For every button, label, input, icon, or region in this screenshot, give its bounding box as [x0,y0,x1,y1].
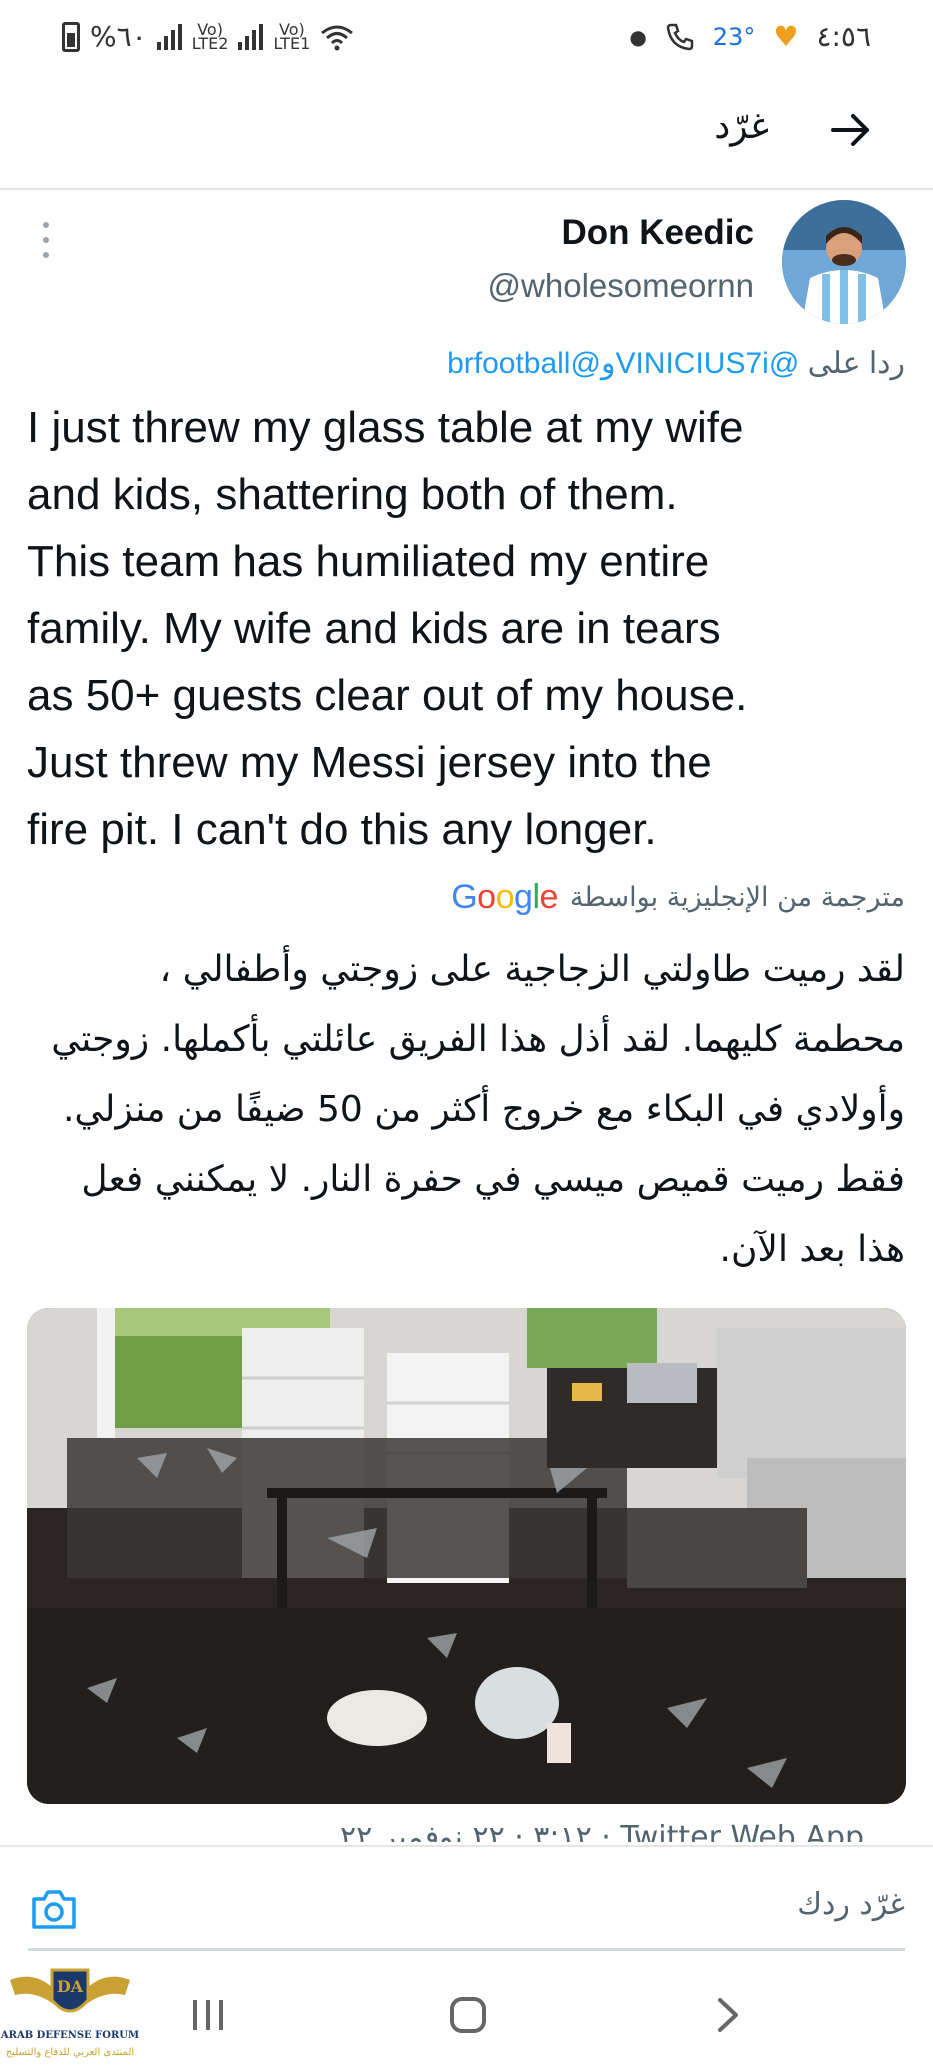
status-bar-right: ● 23° ♥ ٤:٥٦ [629,20,871,53]
reply-composer: غرّد ردك [0,1845,933,1955]
replying-to: ردا على @VINICIUS7iو@brfootball [447,346,905,381]
clock: ٤:٥٦ [816,20,871,53]
dot-icon: ● [629,24,647,49]
translation-line: محطمة كليهما. لقد أذل هذا الفريق عائلتي … [51,1019,905,1060]
reply-prefix: ردا على [807,347,905,380]
tweet-text-line: and kids, shattering both of them. [27,470,678,519]
tweet-text-line: as 50+ guests clear out of my house. [27,671,748,720]
wifi-icon [321,25,354,50]
translation-line: فقط رميت قميص ميسي في حفرة النار. لا يمك… [81,1159,905,1200]
back-button[interactable] [821,100,881,160]
home-icon [450,1997,486,2033]
back-icon [718,1998,738,2032]
battery-percent: %٦٠ [90,20,147,53]
recent-apps-button[interactable] [178,1985,238,2045]
translation-line: هذا بعد الآن. [719,1229,905,1270]
top-app-bar: غرّد [0,80,933,190]
tweet-meta: ٣:١٢ · ٢٢ نوفمبر ٢٢ · Twitter Web App [340,1820,864,1842]
translated-text: لقد رميت طاولتي الزجاجية على زوجتي وأطفا… [20,935,905,1285]
tweet-text-line: fire pit. I can't do this any longer. [27,805,657,854]
signal-icon [238,23,264,50]
composer-divider [28,1948,905,1951]
battery-icon [62,21,80,52]
avatar[interactable] [782,200,906,324]
reply-joiner: و [600,347,616,380]
home-button[interactable] [438,1985,498,2045]
svg-text:DA: DA [57,1977,84,1996]
tweet-photo[interactable] [27,1308,906,1804]
recent-apps-icon [193,2000,223,2030]
camera-icon [32,1890,76,1929]
google-logo: Google [451,878,558,916]
translated-by-label: مترجمة من الإنجليزية بواسطة [569,882,905,913]
page-title: غرّد [714,106,769,147]
arrow-right-icon [831,114,869,146]
tweet-text: I just threw my glass table at my wife a… [27,394,907,863]
tweet-text-line: This team has humiliated my entire [27,537,710,586]
status-bar-left: %٦٠ Vo) LTE2 Vo) LTE1 [62,20,354,53]
mention-brfootball[interactable]: @brfootball [447,347,601,380]
watermark-line1: ARAB DEFENSE FORUM [0,2030,139,2041]
translated-by[interactable]: مترجمة من الإنجليزية بواسطة Google [451,878,905,917]
camera-button[interactable] [30,1887,78,1931]
heart-icon: ♥ [773,20,799,53]
translation-line: لقد رميت طاولتي الزجاجية على زوجتي وأطفا… [159,949,906,990]
sim1-label: Vo) LTE1 [273,19,311,53]
forum-watermark-logo: DA ARAB DEFENSE FORUM المنتدى العربي للد… [0,1960,140,2072]
status-bar: %٦٠ Vo) LTE2 Vo) LTE1 ● 23° ♥ ٤:٥٦ [0,0,933,80]
tweet-text-line: family. My wife and kids are in tears [27,604,721,653]
author-handle[interactable]: @wholesomeornn [488,267,754,305]
sim2-label: Vo) LTE2 [191,19,229,53]
nav-back-button[interactable] [698,1985,758,2045]
mention-vinicius[interactable]: @VINICIUS7i [615,347,799,380]
translation-line: وأولادي في البكاء مع خروج أكثر من 50 ضيف… [62,1089,905,1130]
reply-input[interactable]: غرّد ردك [797,1887,905,1922]
more-options-icon[interactable] [36,222,56,258]
watermark-line2: المنتدى العربي للدفاع والتسليح [6,2047,134,2058]
tweet-text-line: Just threw my Messi jersey into the [27,738,712,787]
signal-icon [156,23,182,50]
tweet-text-line: I just threw my glass table at my wife [27,403,744,452]
author-display-name[interactable]: Don Keedic [561,213,754,253]
temperature: 23° [712,22,756,51]
call-icon [666,23,694,50]
